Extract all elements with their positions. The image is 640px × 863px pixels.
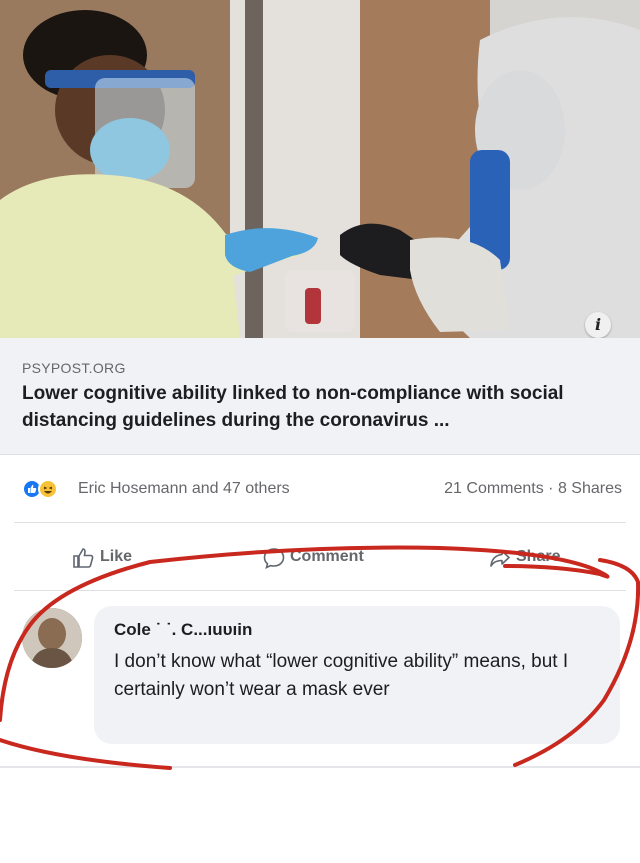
post-actions-bar: Like Comment Share bbox=[0, 540, 640, 580]
facebook-post-card: i PSYPOST.ORG Lower cognitive ability li… bbox=[0, 0, 640, 770]
divider bbox=[14, 522, 626, 523]
link-source: PSYPOST.ORG bbox=[22, 360, 126, 376]
comment-text: I don’t know what “lower cognitive abili… bbox=[114, 651, 569, 700]
reactors-summary[interactable]: Eric Hosemann and 47 others bbox=[78, 480, 290, 498]
divider bbox=[14, 590, 626, 591]
comment-author[interactable]: Cole ˙ ˙. C...ıuᴜıin bbox=[114, 620, 252, 640]
share-button[interactable]: Share bbox=[488, 544, 588, 574]
comment-button[interactable]: Comment bbox=[262, 544, 392, 574]
post-stats-row: Eric Hosemann and 47 others 21 Comments … bbox=[0, 468, 640, 508]
comment-label: Comment bbox=[290, 548, 364, 565]
avatar[interactable] bbox=[22, 608, 82, 668]
medical-workers-photo bbox=[0, 0, 640, 338]
like-button[interactable]: Like bbox=[72, 544, 162, 574]
like-label: Like bbox=[100, 548, 133, 565]
divider bbox=[0, 766, 640, 768]
comment-item: Cole ˙ ˙. C...ıuᴜıin I don’t know what “… bbox=[0, 600, 640, 750]
reaction-icons[interactable] bbox=[22, 479, 72, 499]
comment-bubble: Cole ˙ ˙. C...ıuᴜıin I don’t know what “… bbox=[94, 606, 620, 744]
link-preview[interactable]: PSYPOST.ORG Lower cognitive ability link… bbox=[0, 338, 640, 455]
comment-share-counts[interactable]: 21 Comments · 8 Shares bbox=[444, 480, 622, 498]
info-icon[interactable]: i bbox=[585, 312, 611, 338]
comment-icon bbox=[263, 548, 285, 569]
thumbs-up-icon bbox=[73, 548, 94, 568]
link-title[interactable]: Lower cognitive ability linked to non-co… bbox=[22, 380, 622, 434]
share-arrow-icon bbox=[490, 550, 510, 567]
haha-reaction-icon bbox=[38, 479, 58, 499]
share-label: Share bbox=[516, 548, 561, 565]
post-image[interactable]: i bbox=[0, 0, 640, 338]
